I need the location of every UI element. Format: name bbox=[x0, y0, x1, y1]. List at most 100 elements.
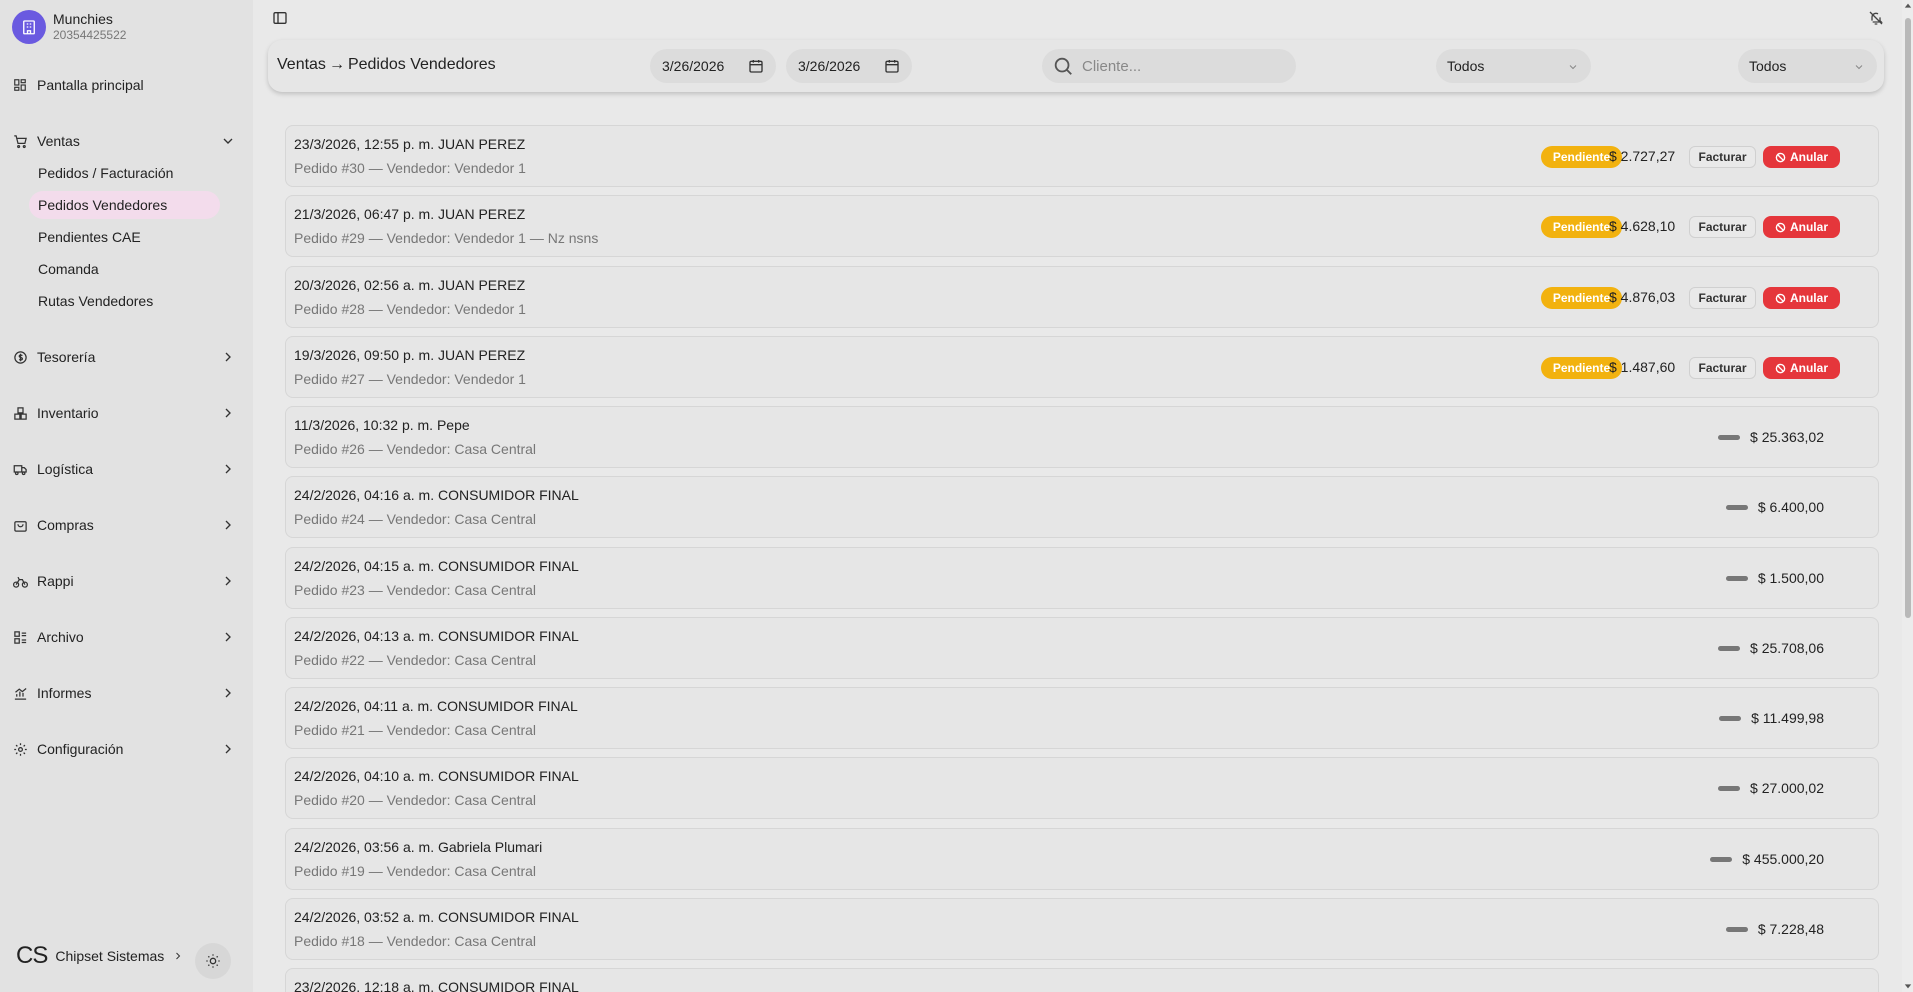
brand-logo-icon bbox=[12, 10, 46, 44]
calendar-icon[interactable] bbox=[748, 58, 764, 74]
ban-icon bbox=[1775, 222, 1786, 232]
shopping-bag-icon bbox=[12, 517, 28, 533]
nav-inventario-label: Inventario bbox=[37, 405, 99, 421]
date-to-value: 3/26/2026 bbox=[798, 58, 861, 74]
order-row[interactable]: 20/3/2026, 02:56 a. m. JUAN PEREZ Pedido … bbox=[285, 266, 1879, 328]
cancel-order-button[interactable]: Anular bbox=[1763, 216, 1840, 238]
chevron-right-icon bbox=[176, 952, 181, 960]
nav-tesoreria[interactable]: Tesorería bbox=[12, 346, 236, 368]
order-row[interactable]: 24/2/2026, 04:11 a. m. CONSUMIDOR FINAL P… bbox=[285, 687, 1879, 749]
sidebar-item-comanda[interactable]: Comanda bbox=[29, 255, 220, 283]
nav-logistica[interactable]: Logística bbox=[12, 458, 236, 480]
order-row[interactable]: 24/2/2026, 03:52 a. m. CONSUMIDOR FINAL P… bbox=[285, 898, 1879, 960]
truck-icon bbox=[12, 461, 28, 477]
cancel-order-button[interactable]: Anular bbox=[1763, 146, 1840, 168]
gear-icon bbox=[12, 741, 28, 757]
cancel-order-button[interactable]: Anular bbox=[1763, 287, 1840, 309]
breadcrumb-arrow: → bbox=[328, 56, 345, 73]
order-row[interactable]: 21/3/2026, 06:47 p. m. JUAN PEREZ Pedido … bbox=[285, 195, 1879, 257]
cancel-order-label: Anular bbox=[1789, 361, 1828, 375]
brand[interactable]: Munchies 20354425522 bbox=[12, 10, 126, 44]
sidebar-item-pendientes-cae[interactable]: Pendientes CAE bbox=[29, 223, 220, 251]
order-row[interactable]: 11/3/2026, 10:32 p. m. Pepe Pedido #26 — … bbox=[285, 406, 1879, 468]
cancel-order-button[interactable]: Anular bbox=[1763, 357, 1840, 379]
order-row[interactable]: 19/3/2026, 09:50 p. m. JUAN PEREZ Pedido … bbox=[285, 336, 1879, 398]
order-amount: $ 2.727,27 bbox=[1609, 148, 1676, 164]
vertical-scrollbar[interactable] bbox=[1902, 0, 1913, 992]
dollar-circle-icon bbox=[12, 349, 28, 365]
brand-tax-id: 20354425522 bbox=[53, 28, 127, 42]
order-detail: Pedido #24 — Vendedor: Casa Central bbox=[294, 511, 537, 527]
scrollbar-thumb[interactable] bbox=[1905, 18, 1911, 618]
nav-logistica-label: Logística bbox=[37, 461, 94, 477]
invoice-button[interactable]: Facturar bbox=[1689, 287, 1756, 309]
nav-ventas[interactable]: Ventas bbox=[12, 130, 236, 152]
nav-rappi[interactable]: Rappi bbox=[12, 570, 236, 592]
seller-filter-select[interactable]: Todos bbox=[1738, 49, 1877, 83]
status-filter-value: Todos bbox=[1447, 58, 1485, 74]
order-row[interactable]: 24/2/2026, 04:13 a. m. CONSUMIDOR FINAL P… bbox=[285, 617, 1879, 679]
date-from-field[interactable]: 3/26/2026 bbox=[650, 49, 776, 83]
status-placeholder bbox=[1718, 646, 1740, 651]
order-row[interactable]: 23/2/2026, 12:18 a. m. CONSUMIDOR FINAL bbox=[285, 968, 1879, 992]
status-placeholder bbox=[1710, 857, 1732, 862]
company-logo: CS bbox=[16, 942, 48, 969]
bell-off-icon[interactable] bbox=[1868, 10, 1884, 26]
order-row[interactable]: 24/2/2026, 04:10 a. m. CONSUMIDOR FINAL P… bbox=[285, 757, 1879, 819]
chevron-right-icon bbox=[225, 688, 231, 698]
sidebar-item-rutas-vendedores[interactable]: Rutas Vendedores bbox=[29, 287, 220, 315]
client-search[interactable] bbox=[1042, 49, 1296, 83]
order-row[interactable]: 24/2/2026, 04:16 a. m. CONSUMIDOR FINAL P… bbox=[285, 476, 1879, 538]
scroll-down-icon[interactable] bbox=[1904, 982, 1912, 990]
order-amount: $ 455.000,20 bbox=[1742, 851, 1824, 867]
breadcrumb-parent[interactable]: Ventas bbox=[277, 56, 326, 74]
nav-archivo[interactable]: Archivo bbox=[12, 626, 236, 648]
chevron-down-icon bbox=[223, 138, 233, 144]
ban-icon bbox=[1775, 363, 1786, 373]
company-name: Chipset Sistemas bbox=[55, 948, 165, 964]
search-icon bbox=[1054, 57, 1072, 75]
status-placeholder bbox=[1718, 435, 1740, 440]
date-to-field[interactable]: 3/26/2026 bbox=[786, 49, 912, 83]
invoice-button[interactable]: Facturar bbox=[1689, 146, 1756, 168]
calendar-icon[interactable] bbox=[884, 58, 900, 74]
order-detail: Pedido #18 — Vendedor: Casa Central bbox=[294, 933, 537, 949]
chevron-down-icon bbox=[1855, 65, 1863, 70]
nav-home[interactable]: Pantalla principal bbox=[12, 74, 236, 96]
status-filter-select[interactable]: Todos bbox=[1436, 49, 1591, 83]
status-placeholder bbox=[1726, 505, 1748, 510]
chevron-right-icon bbox=[225, 408, 231, 418]
nav-inventario[interactable]: Inventario bbox=[12, 402, 236, 424]
nav-archivo-label: Archivo bbox=[37, 629, 84, 645]
sidebar-item-pedidos-facturacion[interactable]: Pedidos / Facturación bbox=[29, 159, 220, 187]
nav-home-label: Pantalla principal bbox=[37, 77, 144, 93]
nav-compras-label: Compras bbox=[37, 517, 94, 533]
order-title: 24/2/2026, 03:52 a. m. CONSUMIDOR FINAL bbox=[294, 909, 579, 925]
order-row[interactable]: 23/3/2026, 12:55 p. m. JUAN PEREZ Pedido … bbox=[285, 125, 1879, 187]
search-input[interactable] bbox=[1082, 57, 1282, 75]
invoice-button[interactable]: Facturar bbox=[1689, 357, 1756, 379]
order-title: 24/2/2026, 04:11 a. m. CONSUMIDOR FINAL bbox=[294, 698, 578, 714]
nav-compras[interactable]: Compras bbox=[12, 514, 236, 536]
sidebar-toggle-icon[interactable] bbox=[272, 10, 288, 26]
ban-icon bbox=[1775, 293, 1786, 303]
nav-configuracion[interactable]: Configuración bbox=[12, 738, 236, 760]
sidebar-item-pedidos-vendedores[interactable]: Pedidos Vendedores bbox=[29, 191, 220, 219]
order-row[interactable]: 24/2/2026, 04:15 a. m. CONSUMIDOR FINAL P… bbox=[285, 547, 1879, 609]
cancel-order-label: Anular bbox=[1789, 150, 1828, 164]
order-row[interactable]: 24/2/2026, 03:56 a. m. Gabriela Plumari P… bbox=[285, 828, 1879, 890]
order-amount: $ 25.708,06 bbox=[1750, 640, 1824, 656]
invoice-button[interactable]: Facturar bbox=[1689, 216, 1756, 238]
order-amount: $ 11.499,98 bbox=[1751, 710, 1824, 726]
order-detail: Pedido #29 — Vendedor: Vendedor 1 — Nz n… bbox=[294, 230, 599, 246]
cancel-order-label: Anular bbox=[1789, 220, 1828, 234]
status-placeholder bbox=[1726, 927, 1748, 932]
theme-toggle-button[interactable] bbox=[195, 943, 231, 979]
account-menu[interactable]: CS Chipset Sistemas bbox=[16, 942, 184, 970]
scroll-up-icon[interactable] bbox=[1904, 2, 1912, 10]
order-amount: $ 6.400,00 bbox=[1757, 499, 1824, 515]
nav-informes[interactable]: Informes bbox=[12, 682, 236, 704]
order-title: 19/3/2026, 09:50 p. m. JUAN PEREZ bbox=[294, 347, 526, 363]
order-title: 24/2/2026, 04:15 a. m. CONSUMIDOR FINAL bbox=[294, 558, 579, 574]
order-detail: Pedido #19 — Vendedor: Casa Central bbox=[294, 863, 537, 879]
